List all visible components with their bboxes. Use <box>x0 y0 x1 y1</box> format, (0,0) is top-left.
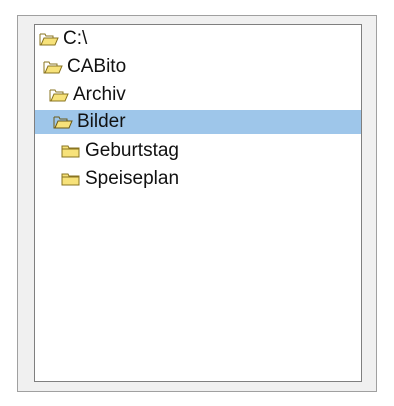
tree-node-label: Bilder <box>77 111 126 132</box>
open-folder-icon <box>49 87 69 103</box>
tree-node-label: Archiv <box>73 84 126 105</box>
folder-icon <box>61 171 81 187</box>
tree-node-label: C:\ <box>63 28 88 49</box>
tree-node-label: CABito <box>67 56 127 77</box>
tree-node-archiv[interactable]: Archiv <box>49 83 126 107</box>
tree-node-cabito[interactable]: CABito <box>43 55 126 79</box>
tree-node-speiseplan[interactable]: Speiseplan <box>61 167 179 191</box>
open-folder-icon <box>53 114 73 130</box>
folder-tree[interactable]: C:\ CABito Archiv Bilder Geburtstag Spei… <box>34 24 362 382</box>
tree-node-geburtstag[interactable]: Geburtstag <box>61 139 179 163</box>
folder-icon <box>61 143 81 159</box>
open-folder-icon <box>43 59 63 75</box>
tree-node-label: Geburtstag <box>85 140 179 161</box>
open-folder-icon <box>39 31 59 47</box>
folder-tree-panel: C:\ CABito Archiv Bilder Geburtstag Spei… <box>17 15 377 392</box>
tree-node-bilder-selected[interactable]: Bilder <box>35 110 361 134</box>
tree-node-drive-c[interactable]: C:\ <box>39 27 87 51</box>
tree-node-label: Speiseplan <box>85 168 180 189</box>
